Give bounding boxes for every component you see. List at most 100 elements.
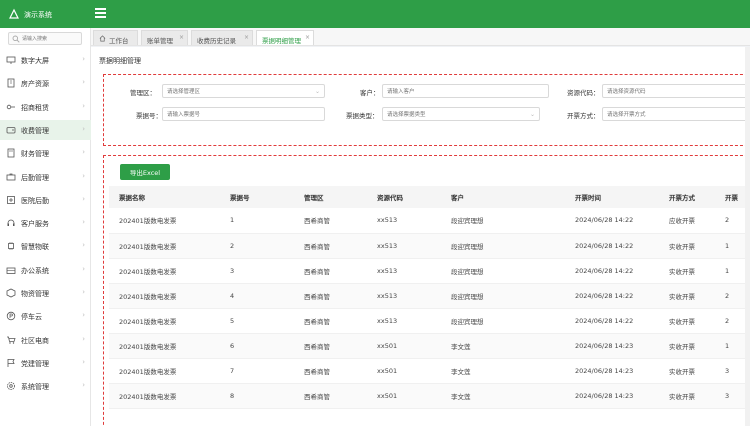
- sidebar-item[interactable]: 系统管理 ›: [0, 376, 91, 396]
- ticket-type-select[interactable]: ⌄: [382, 107, 540, 121]
- chevron-right-icon: ›: [82, 171, 85, 180]
- sidebar-item-label: 后勤管理: [21, 173, 49, 182]
- table-cell: 西希商管: [294, 283, 367, 309]
- table-row[interactable]: 202401版数电发票 5 西希商管 xx513 段迎宾理想 2024/06/28 14:…: [109, 308, 750, 334]
- table-header-row: 票据名称 票据号 管理区 资源代码 客户 开票时间 开票方式 开票: [109, 186, 750, 208]
- chevron-right-icon: ›: [82, 381, 85, 390]
- chevron-down-icon: ⌄: [314, 88, 320, 95]
- customer-input[interactable]: [387, 86, 536, 97]
- ticket-no-field[interactable]: [162, 107, 325, 121]
- table-cell: 段迎宾理想: [441, 283, 565, 309]
- table-cell: 西希商管: [294, 333, 367, 359]
- table-row[interactable]: 202401版数电发票 7 西希商管 xx501 李文莲 2024/06/28 14:23…: [109, 358, 750, 384]
- sidebar-item-label: 招商租赁: [21, 103, 49, 112]
- menu-toggle-icon[interactable]: [95, 8, 106, 18]
- sidebar-item[interactable]: 招商租赁 ›: [0, 97, 91, 117]
- column-header: 开票时间: [565, 186, 659, 208]
- sidebar-item[interactable]: 医院后勤 ›: [0, 190, 91, 210]
- sidebar-item-label: 停车云: [21, 313, 42, 322]
- tab-workbench[interactable]: 工作台: [93, 30, 138, 45]
- table-row[interactable]: 202401版数电发票 1 西希商管 xx513 段迎宾理想 2024/06/28 14:…: [109, 208, 750, 234]
- cart-icon: [7, 336, 16, 344]
- sidebar-item[interactable]: 收费管理 ›: [0, 119, 91, 140]
- table-cell: xx513: [367, 208, 441, 234]
- sidebar-item[interactable]: 后勤管理 ›: [0, 167, 91, 187]
- table-row[interactable]: 202401版数电发票 4 西希商管 xx513 段迎宾理想 2024/06/28 14:…: [109, 283, 750, 309]
- chevron-right-icon: ›: [82, 241, 85, 250]
- sidebar-item[interactable]: 办公系统 ›: [0, 260, 91, 280]
- sidebar-item[interactable]: 社区电商 ›: [0, 330, 91, 350]
- ticket-no-label: 票据号：: [136, 112, 162, 120]
- table-cell: 202401版数电发票: [109, 308, 220, 334]
- chevron-right-icon: ›: [82, 194, 85, 203]
- customer-field[interactable]: [382, 84, 549, 98]
- table-row[interactable]: 202401版数电发票 6 西希商管 xx501 李文莲 2024/06/28 14:23…: [109, 333, 750, 359]
- sidebar-item-label: 社区电商: [21, 336, 49, 345]
- tab-bill-management[interactable]: 账单管理 ×: [141, 30, 188, 45]
- sidebar-item[interactable]: 房产资源 ›: [0, 73, 91, 93]
- chevron-right-icon: ›: [82, 55, 85, 63]
- tab-label: 账单管理: [147, 37, 173, 45]
- tab-charge-history[interactable]: 收费历史记录 ×: [191, 30, 253, 45]
- table-cell: 李文莲: [441, 333, 565, 359]
- table-cell: 西希商管: [294, 358, 367, 384]
- invoice-method-label: 开票方式：: [567, 112, 600, 120]
- sidebar-item-label: 医院后勤: [21, 196, 49, 205]
- table-cell: xx513: [367, 308, 441, 334]
- table-cell: xx501: [367, 333, 441, 359]
- sidebar-item[interactable]: 客户服务 ›: [0, 213, 91, 233]
- chevron-right-icon: ›: [82, 334, 85, 343]
- table-cell: 实收开票: [659, 333, 715, 359]
- column-header: 客户: [441, 186, 565, 208]
- table-cell: 段迎宾理想: [441, 258, 565, 284]
- sidebar-item[interactable]: 智慧物联 ›: [0, 236, 91, 256]
- table-cell: 西希商管: [294, 233, 367, 259]
- table-cell: 1: [220, 208, 294, 234]
- table-cell: 西希商管: [294, 258, 367, 284]
- sidebar-item[interactable]: 物资管理 ›: [0, 283, 91, 303]
- table-cell: 应收开票: [659, 208, 715, 234]
- resource-code-select[interactable]: [602, 84, 750, 98]
- vertical-scrollbar[interactable]: [745, 47, 750, 426]
- briefcase-icon: [6, 267, 16, 274]
- tab-label: 票据明细管理: [262, 37, 301, 45]
- chevron-right-icon: ›: [82, 311, 85, 320]
- sidebar-item-label: 数字大屏: [21, 57, 49, 65]
- search-icon: [12, 35, 20, 43]
- close-icon[interactable]: ×: [179, 34, 184, 41]
- table-cell: 202401版数电发票: [109, 258, 220, 284]
- sidebar-item[interactable]: 党建管理 ›: [0, 353, 91, 373]
- table-row[interactable]: 202401版数电发票 8 西希商管 xx501 李文莲 2024/06/28 14:23…: [109, 383, 750, 409]
- mgmt-area-select[interactable]: ⌄: [162, 84, 325, 98]
- table-cell: 段迎宾理想: [441, 233, 565, 259]
- table-cell: 2024/06/28 14:22: [565, 258, 659, 284]
- table-row[interactable]: 202401版数电发票 3 西希商管 xx513 段迎宾理想 2024/06/28 14:…: [109, 258, 750, 284]
- sidebar-item-label: 物资管理: [21, 290, 49, 298]
- ticket-no-input[interactable]: [167, 109, 312, 120]
- chevron-right-icon: ›: [82, 124, 85, 133]
- sidebar-search-input[interactable]: [22, 34, 80, 44]
- sidebar-item-label: 党建管理: [21, 359, 49, 368]
- table-cell: 实收开票: [659, 258, 715, 284]
- close-icon[interactable]: ×: [305, 34, 310, 41]
- invoice-method-input[interactable]: [607, 109, 747, 120]
- sidebar-item[interactable]: 财务管理 ›: [0, 143, 91, 163]
- sidebar-search[interactable]: [8, 32, 82, 45]
- tab-ticket-detail[interactable]: 票据明细管理 ×: [256, 30, 314, 45]
- table-cell: 实收开票: [659, 233, 715, 259]
- sidebar-item[interactable]: 停车云 ›: [0, 306, 91, 326]
- invoice-method-select[interactable]: [602, 107, 750, 121]
- table-cell: 实收开票: [659, 358, 715, 384]
- ticket-type-input[interactable]: [387, 109, 527, 120]
- table-panel: 导出Excel 票据名称 票据号 管理区 资源代码 客户 开票时间 开票方式 开票 20240…: [103, 155, 750, 426]
- ticket-table: 票据名称 票据号 管理区 资源代码 客户 开票时间 开票方式 开票 202401版数电发票 1 西…: [109, 186, 750, 426]
- sidebar-item[interactable]: 数字大屏 ›: [0, 50, 91, 70]
- resource-code-input[interactable]: [607, 86, 747, 97]
- table-row[interactable]: 202401版数电发票 2 西希商管 xx513 段迎宾理想 2024/06/28 14:…: [109, 233, 750, 259]
- filter-panel: 管理区： ⌄ 客户： 资源代码： 票据号： 票据类型： ⌄ 开票方式：: [103, 74, 750, 146]
- close-icon[interactable]: ×: [244, 34, 249, 41]
- chevron-right-icon: ›: [82, 78, 85, 87]
- export-excel-button[interactable]: 导出Excel: [120, 164, 170, 180]
- table-cell: 4: [220, 283, 294, 309]
- mgmt-area-input[interactable]: [167, 86, 312, 97]
